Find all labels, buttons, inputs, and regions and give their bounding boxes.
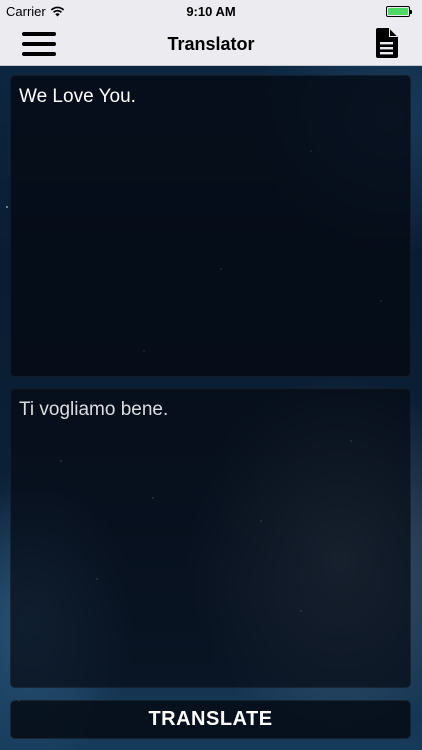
page-title: Translator xyxy=(167,34,255,54)
navigation-bar: Translator xyxy=(0,22,422,66)
battery-icon xyxy=(386,6,412,17)
status-bar: Carrier 9:10 AM xyxy=(0,0,422,22)
status-time: 9:10 AM xyxy=(186,4,236,19)
document-icon[interactable] xyxy=(374,28,398,58)
translate-button[interactable]: TRANSLATE xyxy=(10,700,411,739)
battery-level xyxy=(388,8,408,15)
translated-text: Ti vogliamo bene. xyxy=(19,399,169,420)
translated-text-output[interactable]: Ti vogliamo bene. xyxy=(10,388,411,688)
source-text: We Love You. xyxy=(19,86,136,107)
source-text-input[interactable]: We Love You. xyxy=(10,75,411,377)
